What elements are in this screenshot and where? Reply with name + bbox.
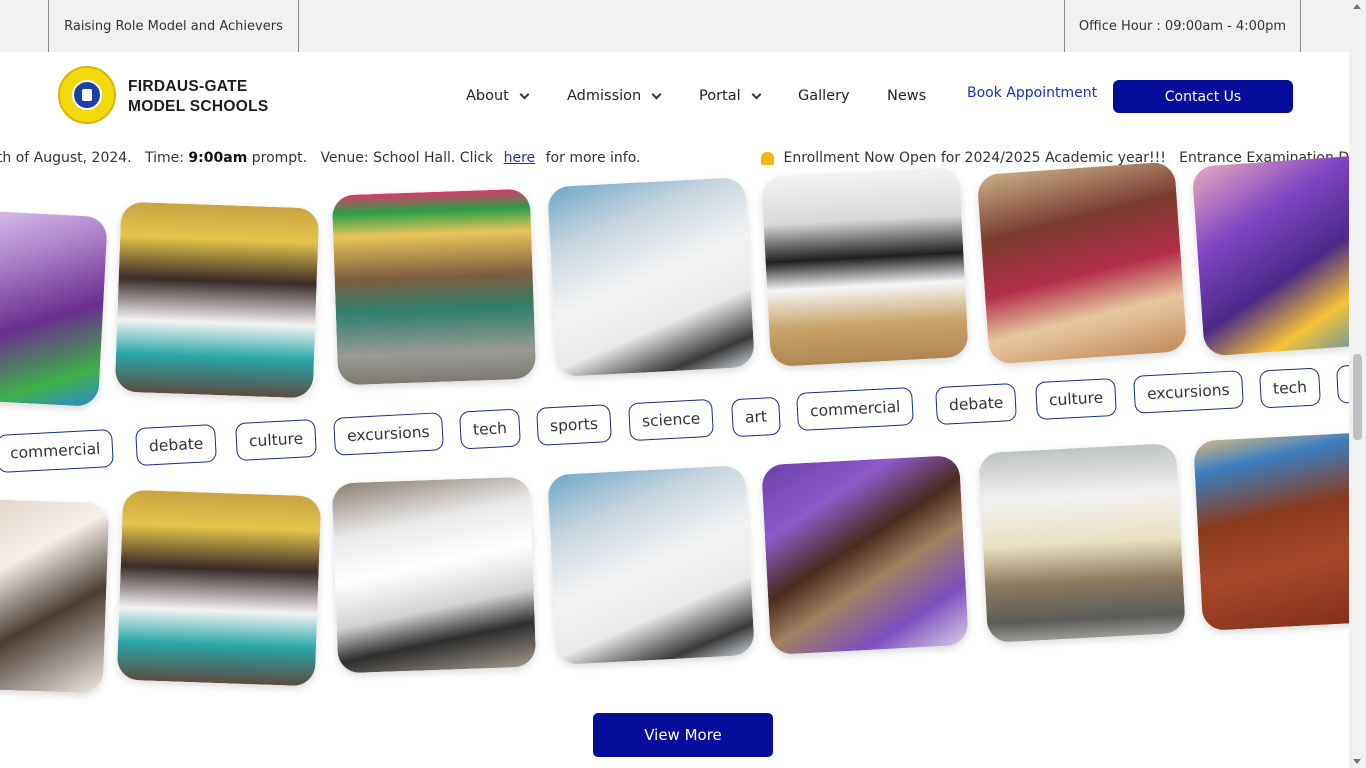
contact-us-button[interactable]: Contact Us	[1113, 80, 1293, 113]
top-bar: Raising Role Model and Achievers Office …	[0, 0, 1349, 52]
ticker-text-1: 4th of August, 2024. Time:	[0, 150, 189, 166]
logo-emblem	[72, 80, 102, 110]
gallery-photo[interactable]	[331, 476, 537, 674]
gallery-photo[interactable]	[1191, 153, 1366, 357]
nav-gallery-label: Gallery	[798, 88, 850, 104]
tag-commercial[interactable]: commercial	[0, 428, 115, 474]
school-logo[interactable]	[58, 66, 116, 124]
tagline: Raising Role Model and Achievers	[48, 0, 299, 52]
school-name-line1: FIRDAUS-GATE	[128, 78, 248, 95]
nav-gallery[interactable]: Gallery	[798, 85, 850, 107]
tag-culture[interactable]: culture	[1035, 377, 1118, 421]
nav-admission-label: Admission	[567, 88, 642, 104]
nav-portal-label: Portal	[699, 88, 741, 104]
tag-art[interactable]: art	[731, 396, 781, 438]
gallery-photo[interactable]	[114, 201, 320, 399]
ticker-text-3: for more info.	[541, 150, 641, 166]
tag-debate[interactable]: debate	[135, 423, 218, 467]
ticker-here-link[interactable]: here	[504, 150, 536, 166]
scroll-up-icon[interactable]	[1353, 4, 1361, 9]
nav-admission[interactable]: Admission	[567, 85, 662, 107]
chevron-down-icon	[651, 89, 662, 99]
book-appointment-link[interactable]: Book Appointment	[967, 85, 1097, 101]
gallery-photo[interactable]	[761, 166, 969, 368]
bell-icon	[760, 151, 774, 165]
gallery-photo[interactable]	[1193, 430, 1366, 632]
gallery-photo[interactable]	[976, 161, 1188, 365]
chevron-down-icon	[519, 89, 530, 99]
tag-culture[interactable]: culture	[235, 418, 318, 462]
site-header: FIRDAUS-GATE MODEL SCHOOLS About Admissi…	[0, 52, 1349, 142]
view-more-button[interactable]: View More	[593, 713, 773, 757]
school-name[interactable]: FIRDAUS-GATE MODEL SCHOOLS	[128, 77, 269, 117]
tag-sports[interactable]: sports	[536, 404, 612, 446]
nav-about-label: About	[466, 88, 509, 104]
office-hours: Office Hour : 09:00am - 4:00pm	[1064, 0, 1301, 52]
gallery-photo[interactable]	[547, 464, 755, 666]
chevron-down-icon	[751, 89, 762, 99]
tag-excursions[interactable]: excursions	[1133, 370, 1244, 414]
scrollbar-thumb[interactable]	[1353, 354, 1362, 440]
nav-portal[interactable]: Portal	[699, 85, 762, 107]
ticker-text-2: prompt. Venue: School Hall. Click	[247, 150, 498, 166]
tag-science[interactable]: science	[628, 398, 715, 442]
nav-news-label: News	[887, 88, 927, 104]
gallery-photo[interactable]	[0, 206, 108, 408]
tag-commercial[interactable]: commercial	[796, 386, 915, 432]
page: Raising Role Model and Achievers Office …	[0, 0, 1366, 768]
gallery-photo[interactable]	[116, 489, 322, 687]
nav-about[interactable]: About	[466, 85, 530, 107]
gallery-photo[interactable]	[331, 188, 537, 386]
scroll-down-icon[interactable]	[1353, 759, 1361, 764]
tag-excursions[interactable]: excursions	[333, 412, 444, 456]
gallery-photo[interactable]	[0, 496, 110, 694]
gallery-photo[interactable]	[761, 454, 969, 656]
tag-debate[interactable]: debate	[935, 382, 1018, 426]
scrollbar[interactable]	[1349, 0, 1366, 768]
ticker-time: 9:00am	[188, 150, 248, 166]
tag-tech[interactable]: tech	[459, 408, 521, 450]
gallery-photo[interactable]	[547, 176, 755, 378]
school-name-line2: MODEL SCHOOLS	[128, 98, 269, 115]
nav-news[interactable]: News	[887, 85, 926, 107]
gallery-photo[interactable]	[978, 442, 1186, 644]
tag-tech[interactable]: tech	[1259, 367, 1321, 409]
